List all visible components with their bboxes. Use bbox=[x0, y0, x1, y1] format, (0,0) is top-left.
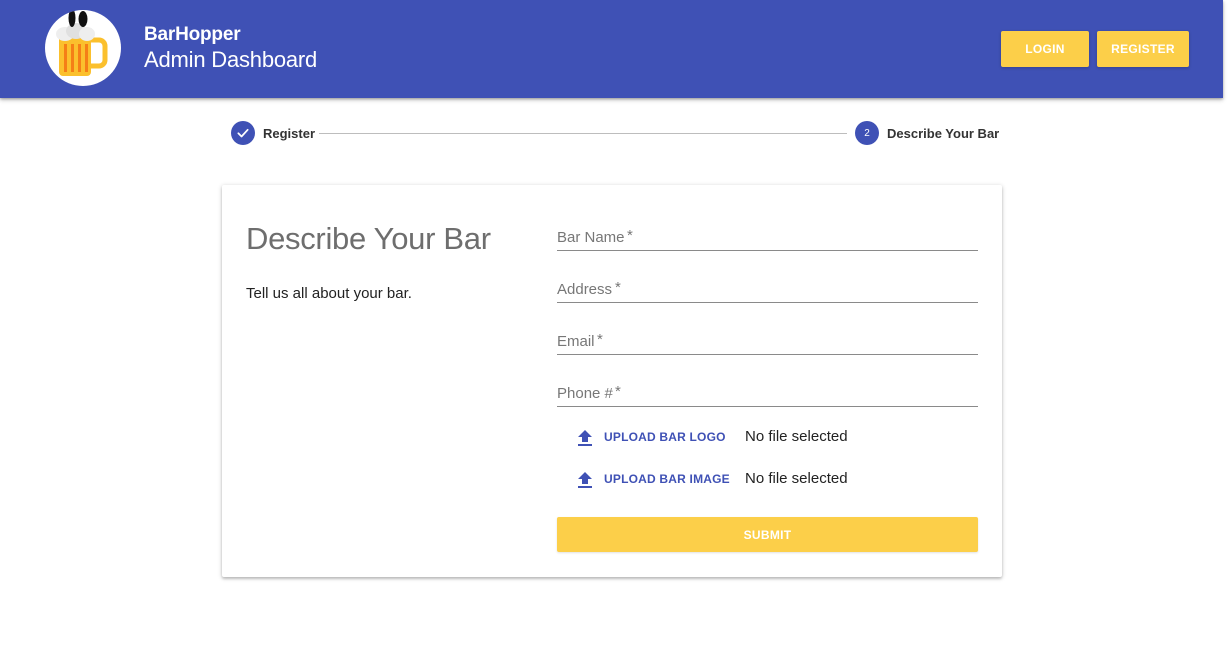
upload-bar-logo-button[interactable]: UPLOAD BAR LOGO bbox=[604, 430, 726, 444]
email-input[interactable] bbox=[557, 333, 978, 350]
upload-image-row: UPLOAD BAR IMAGE No file selected bbox=[577, 468, 977, 492]
form-description: Tell us all about your bar. bbox=[246, 285, 412, 302]
bar-name-field: * bbox=[557, 211, 978, 251]
brand-name: BarHopper bbox=[144, 24, 241, 45]
step-register-label: Register bbox=[263, 126, 316, 141]
address-field: * bbox=[557, 263, 978, 303]
upload-logo-row: UPLOAD BAR LOGO No file selected bbox=[577, 426, 977, 450]
image-file-status: No file selected bbox=[745, 470, 848, 487]
login-button[interactable]: LOGIN bbox=[1001, 31, 1089, 67]
email-field: * bbox=[557, 315, 978, 355]
upload-bar-image-button[interactable]: UPLOAD BAR IMAGE bbox=[604, 472, 730, 486]
required-mark: * bbox=[597, 331, 603, 348]
brand-subtitle: Admin Dashboard bbox=[144, 47, 318, 72]
app-header: BarHopper Admin Dashboard LOGIN REGISTER bbox=[0, 0, 1223, 98]
phone-field: * bbox=[557, 367, 978, 407]
bar-name-input[interactable] bbox=[557, 229, 978, 246]
step-number-badge: 2 bbox=[855, 121, 879, 145]
required-mark: * bbox=[615, 383, 621, 400]
required-mark: * bbox=[627, 227, 633, 244]
submit-button[interactable]: SUBMIT bbox=[557, 517, 978, 552]
upload-icon[interactable] bbox=[577, 471, 593, 489]
logo-file-status: No file selected bbox=[745, 428, 848, 445]
beer-mug-icon bbox=[45, 10, 121, 86]
upload-icon[interactable] bbox=[577, 429, 593, 447]
form-title: Describe Your Bar bbox=[246, 221, 491, 256]
check-icon bbox=[231, 121, 255, 145]
stepper: Register 2 Describe Your Bar bbox=[230, 121, 1000, 147]
required-mark: * bbox=[615, 279, 621, 296]
register-button[interactable]: REGISTER bbox=[1097, 31, 1189, 67]
step-describe-label: Describe Your Bar bbox=[887, 126, 1000, 141]
describe-bar-card: Describe Your Bar Tell us all about your… bbox=[222, 185, 1002, 577]
step-connector bbox=[319, 133, 847, 134]
